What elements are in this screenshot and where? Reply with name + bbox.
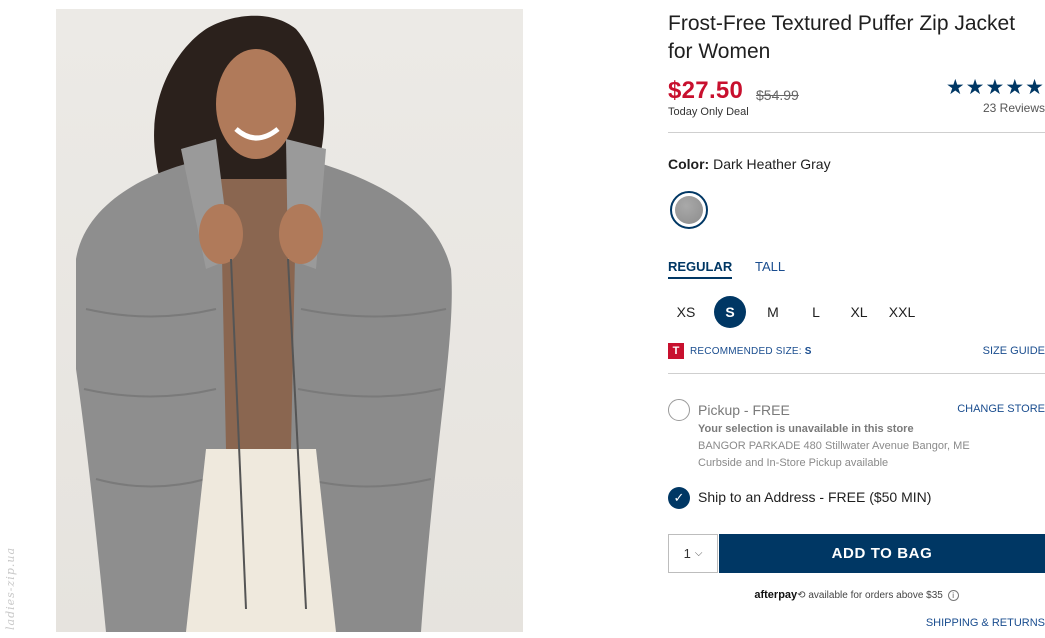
product-image[interactable] bbox=[56, 9, 523, 632]
reviews-link[interactable]: 23 Reviews bbox=[983, 101, 1045, 115]
store-note: Curbside and In-Store Pickup available bbox=[698, 457, 889, 469]
color-label: Color: bbox=[668, 156, 710, 172]
rating-stars-icon[interactable]: ★★★★★ bbox=[946, 77, 1045, 99]
product-title: Frost-Free Textured Puffer Zip Jacket fo… bbox=[668, 12, 1016, 63]
color-line: Color: Dark Heather Gray bbox=[668, 156, 831, 172]
quantity-value: 1 bbox=[683, 546, 691, 561]
pickup-radio[interactable] bbox=[668, 399, 690, 421]
recommended-size-value: S bbox=[804, 345, 812, 357]
change-store-link[interactable]: CHANGE STORE bbox=[957, 403, 1045, 415]
size-option-l[interactable]: L bbox=[800, 296, 832, 328]
size-option-xxl[interactable]: XXL bbox=[886, 296, 918, 328]
add-to-bag-button[interactable]: ADD TO BAG bbox=[719, 534, 1045, 573]
shipping-returns-link[interactable]: SHIPPING & RETURNS bbox=[926, 617, 1045, 629]
afterpay-logo: afterpay bbox=[754, 589, 798, 601]
watermark: ladies-zip.ua bbox=[4, 546, 17, 630]
deal-label: Today Only Deal bbox=[668, 106, 749, 118]
unavailable-message: Your selection is unavailable in this st… bbox=[698, 423, 914, 435]
afterpay-text: available for orders above $35 bbox=[808, 590, 943, 601]
recommended-size: T RECOMMENDED SIZE: S bbox=[668, 343, 811, 359]
divider bbox=[668, 132, 1045, 133]
sale-price: $27.50 bbox=[668, 77, 744, 104]
size-option-s[interactable]: S bbox=[714, 296, 746, 328]
ship-label: Ship to an Address - FREE ($50 MIN) bbox=[698, 489, 932, 505]
afterpay-note: afterpay⟲ available for orders above $35… bbox=[668, 589, 1045, 601]
original-price: $54.99 bbox=[756, 87, 799, 103]
model-illustration bbox=[76, 15, 452, 632]
swatch-fill bbox=[675, 196, 703, 224]
quantity-select[interactable]: 1 ⌵ bbox=[668, 534, 718, 573]
info-icon[interactable]: i bbox=[947, 590, 959, 601]
size-option-m[interactable]: M bbox=[757, 296, 789, 328]
ship-checkbox[interactable]: ✓ bbox=[668, 487, 690, 509]
tab-tall[interactable]: TALL bbox=[755, 259, 785, 274]
tab-regular[interactable]: REGULAR bbox=[668, 259, 733, 279]
size-option-xs[interactable]: XS bbox=[670, 296, 702, 328]
afterpay-arrows-icon: ⟲ bbox=[797, 590, 809, 601]
color-swatch[interactable] bbox=[670, 191, 708, 229]
chevron-down-icon: ⌵ bbox=[694, 548, 703, 559]
price-row: $27.50 $54.99 Today Only Deal ★★★★★ 23 R… bbox=[668, 77, 1045, 121]
size-guide-link[interactable]: SIZE GUIDE bbox=[983, 345, 1045, 357]
color-value: Dark Heather Gray bbox=[713, 156, 831, 172]
true-fit-icon: T bbox=[668, 343, 684, 359]
pickup-label: Pickup - FREE bbox=[698, 402, 790, 418]
recommended-label: RECOMMENDED SIZE: bbox=[690, 345, 802, 357]
store-address: BANGOR PARKADE 480 Stillwater Avenue Ban… bbox=[698, 440, 970, 452]
size-selector: XS S M L XL XXL bbox=[668, 296, 928, 328]
divider bbox=[668, 373, 1045, 374]
size-option-xl[interactable]: XL bbox=[843, 296, 875, 328]
